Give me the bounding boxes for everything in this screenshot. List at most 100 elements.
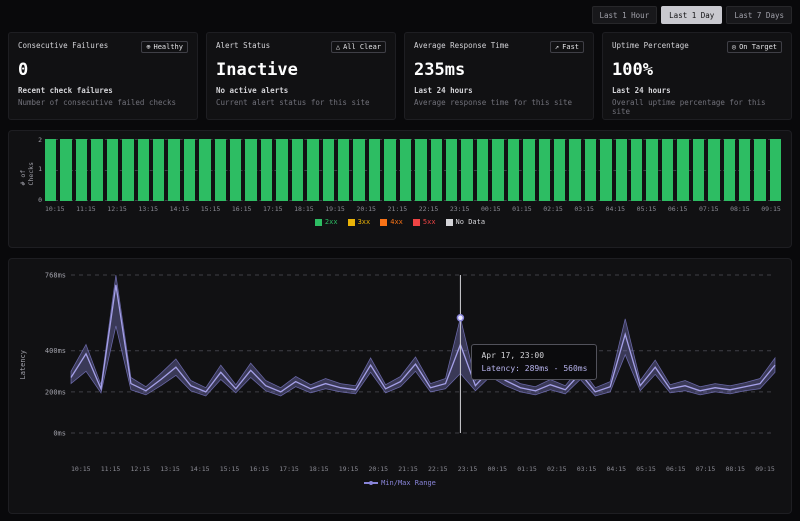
- check-bar[interactable]: [91, 139, 102, 201]
- check-bar[interactable]: [631, 139, 642, 201]
- check-bar[interactable]: [554, 139, 565, 201]
- check-bar[interactable]: [261, 139, 272, 201]
- time-range-option[interactable]: Last 1 Day: [661, 6, 722, 24]
- card-title: Alert Status: [216, 41, 270, 50]
- check-bar[interactable]: [122, 139, 133, 201]
- legend-label: 5xx: [423, 218, 436, 226]
- latency-chart[interactable]: 0ms200ms400ms768ms: [31, 267, 781, 463]
- stat-cards-row: Consecutive Failures ⊕ Healthy 0 Recent …: [8, 32, 792, 120]
- x-tick-label: 23:15: [458, 465, 478, 473]
- x-tick-label: 16:15: [232, 205, 252, 213]
- checks-plot-area[interactable]: [45, 139, 781, 201]
- check-bar[interactable]: [569, 139, 580, 201]
- check-bar[interactable]: [461, 139, 472, 201]
- legend-item[interactable]: No Data: [446, 218, 486, 226]
- x-tick-label: 12:15: [131, 465, 151, 473]
- check-bar[interactable]: [677, 139, 688, 201]
- check-bar[interactable]: [539, 139, 550, 201]
- check-bar[interactable]: [384, 139, 395, 201]
- x-tick-label: 06:15: [668, 205, 688, 213]
- consecutive-failures-card: Consecutive Failures ⊕ Healthy 0 Recent …: [8, 32, 198, 120]
- uptime-dashboard: Last 1 Hour Last 1 Day Last 7 Days Conse…: [0, 0, 800, 521]
- check-bar[interactable]: [153, 139, 164, 201]
- x-tick-label: 21:15: [398, 465, 418, 473]
- x-tick-label: 13:15: [160, 465, 180, 473]
- legend-swatch: [348, 219, 355, 226]
- x-tick-label: 16:15: [250, 465, 270, 473]
- check-bar[interactable]: [739, 139, 750, 201]
- check-bar[interactable]: [107, 139, 118, 201]
- tooltip-value: Latency: 289ms - 560ms: [481, 364, 587, 373]
- badge-label: Healthy: [153, 43, 183, 51]
- time-range-option[interactable]: Last 7 Days: [726, 6, 792, 24]
- check-bar[interactable]: [508, 139, 519, 201]
- card-subtitle: Last 24 hours: [612, 86, 782, 95]
- legend-item[interactable]: 2xx: [315, 218, 338, 226]
- check-bar[interactable]: [60, 139, 71, 201]
- check-bar[interactable]: [199, 139, 210, 201]
- check-bar[interactable]: [138, 139, 149, 201]
- alert-status-card: Alert Status △ All Clear Inactive No act…: [206, 32, 396, 120]
- time-range-option[interactable]: Last 1 Hour: [592, 6, 658, 24]
- check-bar[interactable]: [276, 139, 287, 201]
- check-bar[interactable]: [446, 139, 457, 201]
- legend-item[interactable]: 3xx: [348, 218, 371, 226]
- check-bar[interactable]: [230, 139, 241, 201]
- check-bar[interactable]: [184, 139, 195, 201]
- check-bar[interactable]: [754, 139, 765, 201]
- x-tick-label: 21:15: [388, 205, 408, 213]
- card-title: Uptime Percentage: [612, 41, 689, 50]
- check-bar[interactable]: [724, 139, 735, 201]
- avg-response-time-card: Average Response Time ↗ Fast 235ms Last …: [404, 32, 594, 120]
- check-bar[interactable]: [646, 139, 657, 201]
- x-tick-label: 10:15: [45, 205, 65, 213]
- check-bar[interactable]: [600, 139, 611, 201]
- check-bar[interactable]: [492, 139, 503, 201]
- legend-label: No Data: [456, 218, 486, 226]
- check-bar[interactable]: [415, 139, 426, 201]
- check-bar[interactable]: [292, 139, 303, 201]
- check-bar[interactable]: [585, 139, 596, 201]
- check-bar[interactable]: [616, 139, 627, 201]
- check-bar[interactable]: [45, 139, 56, 201]
- check-bar[interactable]: [523, 139, 534, 201]
- x-tick-label: 14:15: [170, 205, 190, 213]
- x-tick-label: 10:15: [71, 465, 91, 473]
- legend-item[interactable]: 4xx: [380, 218, 403, 226]
- check-bar[interactable]: [400, 139, 411, 201]
- check-bar[interactable]: [693, 139, 704, 201]
- check-bar[interactable]: [662, 139, 673, 201]
- healthy-shield-icon: ⊕: [146, 43, 150, 51]
- x-tick-label: 09:15: [755, 465, 775, 473]
- latency-y-axis-title: Latency: [19, 350, 31, 380]
- check-bar[interactable]: [431, 139, 442, 201]
- check-bar[interactable]: [245, 139, 256, 201]
- x-tick-label: 13:15: [138, 205, 158, 213]
- legend-item[interactable]: 5xx: [413, 218, 436, 226]
- x-tick-label: 23:15: [450, 205, 470, 213]
- badge-label: All Clear: [343, 43, 381, 51]
- check-bar[interactable]: [76, 139, 87, 201]
- check-bar[interactable]: [307, 139, 318, 201]
- card-subtitle: Recent check failures: [18, 86, 188, 95]
- check-bar[interactable]: [477, 139, 488, 201]
- latency-x-labels: 10:1511:1512:1513:1514:1515:1516:1517:15…: [71, 465, 775, 473]
- x-tick-label: 18:15: [309, 465, 329, 473]
- check-bar[interactable]: [323, 139, 334, 201]
- x-tick-label: 00:15: [488, 465, 508, 473]
- check-bar[interactable]: [215, 139, 226, 201]
- check-bar[interactable]: [338, 139, 349, 201]
- check-bar[interactable]: [168, 139, 179, 201]
- check-bar[interactable]: [770, 139, 781, 201]
- status-badge: ↗ Fast: [550, 41, 584, 53]
- x-tick-label: 05:15: [637, 205, 657, 213]
- x-tick-label: 17:15: [263, 205, 283, 213]
- card-title: Average Response Time: [414, 41, 509, 50]
- check-bar[interactable]: [353, 139, 364, 201]
- check-bar[interactable]: [369, 139, 380, 201]
- check-bar[interactable]: [708, 139, 719, 201]
- checks-bars: [45, 139, 781, 201]
- legend-swatch: [315, 219, 322, 226]
- legend-item[interactable]: Min/Max Range: [364, 479, 436, 487]
- status-badge: ⊕ Healthy: [141, 41, 188, 53]
